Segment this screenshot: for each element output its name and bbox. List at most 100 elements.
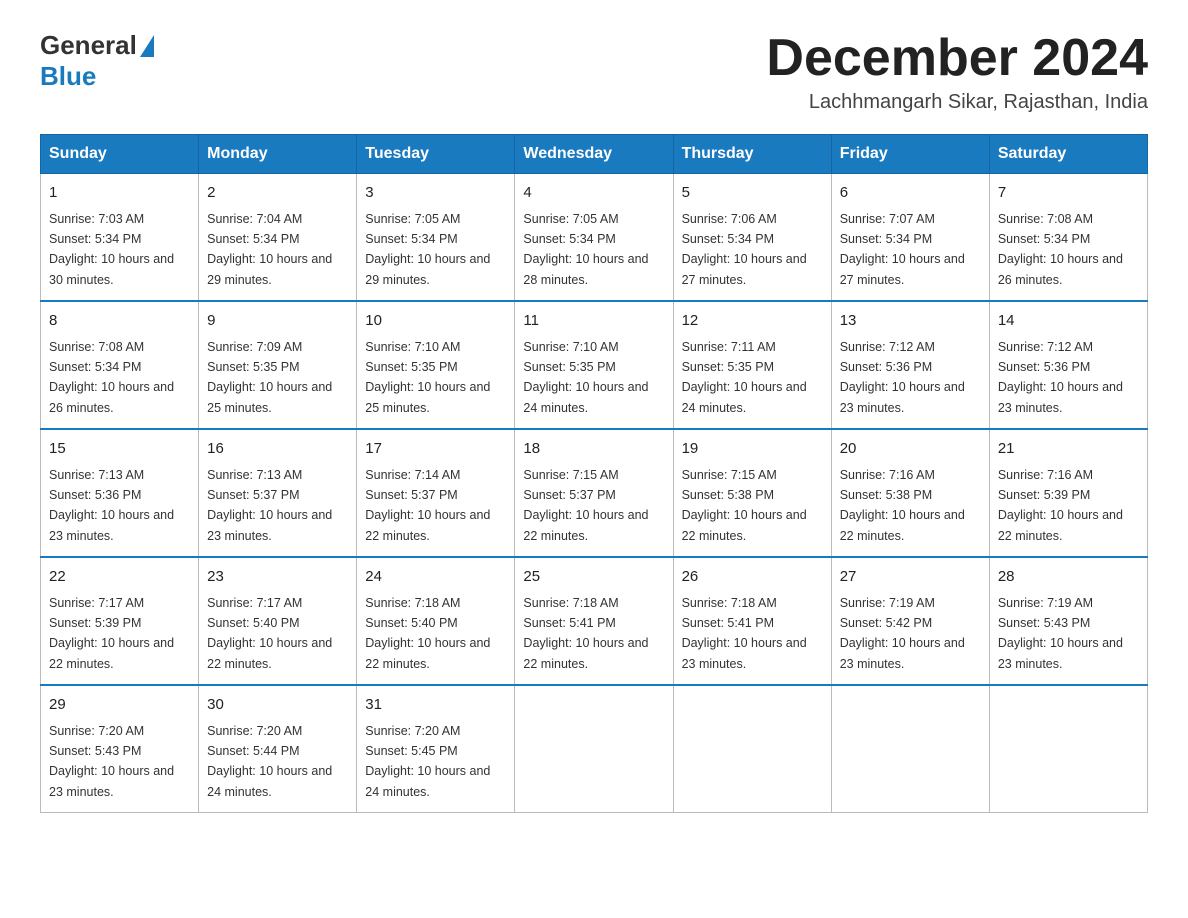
calendar-week-row: 1 Sunrise: 7:03 AMSunset: 5:34 PMDayligh… <box>41 174 1148 302</box>
calendar-cell: 18 Sunrise: 7:15 AMSunset: 5:37 PMDaylig… <box>515 429 673 557</box>
calendar-cell: 20 Sunrise: 7:16 AMSunset: 5:38 PMDaylig… <box>831 429 989 557</box>
calendar-cell: 21 Sunrise: 7:16 AMSunset: 5:39 PMDaylig… <box>989 429 1147 557</box>
month-title: December 2024 <box>766 30 1148 87</box>
day-info: Sunrise: 7:04 AMSunset: 5:34 PMDaylight:… <box>207 212 332 287</box>
day-number: 5 <box>682 182 823 205</box>
weekday-header-tuesday: Tuesday <box>357 135 515 174</box>
day-number: 23 <box>207 566 348 589</box>
title-area: December 2024 Lachhmangarh Sikar, Rajast… <box>766 30 1148 114</box>
day-info: Sunrise: 7:03 AMSunset: 5:34 PMDaylight:… <box>49 212 174 287</box>
day-number: 4 <box>523 182 664 205</box>
day-info: Sunrise: 7:17 AMSunset: 5:40 PMDaylight:… <box>207 596 332 671</box>
calendar-cell: 3 Sunrise: 7:05 AMSunset: 5:34 PMDayligh… <box>357 174 515 302</box>
day-info: Sunrise: 7:12 AMSunset: 5:36 PMDaylight:… <box>998 340 1123 415</box>
logo-blue-text: Blue <box>40 61 96 92</box>
day-number: 18 <box>523 438 664 461</box>
day-number: 7 <box>998 182 1139 205</box>
day-info: Sunrise: 7:06 AMSunset: 5:34 PMDaylight:… <box>682 212 807 287</box>
day-info: Sunrise: 7:10 AMSunset: 5:35 PMDaylight:… <box>523 340 648 415</box>
day-number: 26 <box>682 566 823 589</box>
calendar-cell: 14 Sunrise: 7:12 AMSunset: 5:36 PMDaylig… <box>989 301 1147 429</box>
logo: General Blue <box>40 30 157 92</box>
calendar-cell: 4 Sunrise: 7:05 AMSunset: 5:34 PMDayligh… <box>515 174 673 302</box>
day-info: Sunrise: 7:11 AMSunset: 5:35 PMDaylight:… <box>682 340 807 415</box>
logo-triangle-icon <box>140 35 154 57</box>
calendar-cell: 1 Sunrise: 7:03 AMSunset: 5:34 PMDayligh… <box>41 174 199 302</box>
calendar-cell: 30 Sunrise: 7:20 AMSunset: 5:44 PMDaylig… <box>199 685 357 813</box>
calendar-cell <box>831 685 989 813</box>
calendar-cell: 27 Sunrise: 7:19 AMSunset: 5:42 PMDaylig… <box>831 557 989 685</box>
calendar-week-row: 29 Sunrise: 7:20 AMSunset: 5:43 PMDaylig… <box>41 685 1148 813</box>
day-info: Sunrise: 7:08 AMSunset: 5:34 PMDaylight:… <box>49 340 174 415</box>
calendar-cell: 10 Sunrise: 7:10 AMSunset: 5:35 PMDaylig… <box>357 301 515 429</box>
day-number: 3 <box>365 182 506 205</box>
calendar-cell: 25 Sunrise: 7:18 AMSunset: 5:41 PMDaylig… <box>515 557 673 685</box>
day-number: 25 <box>523 566 664 589</box>
day-info: Sunrise: 7:15 AMSunset: 5:38 PMDaylight:… <box>682 468 807 543</box>
day-info: Sunrise: 7:19 AMSunset: 5:42 PMDaylight:… <box>840 596 965 671</box>
day-info: Sunrise: 7:05 AMSunset: 5:34 PMDaylight:… <box>365 212 490 287</box>
calendar-week-row: 15 Sunrise: 7:13 AMSunset: 5:36 PMDaylig… <box>41 429 1148 557</box>
day-number: 14 <box>998 310 1139 333</box>
day-number: 30 <box>207 694 348 717</box>
day-info: Sunrise: 7:16 AMSunset: 5:38 PMDaylight:… <box>840 468 965 543</box>
weekday-header-sunday: Sunday <box>41 135 199 174</box>
calendar-cell: 23 Sunrise: 7:17 AMSunset: 5:40 PMDaylig… <box>199 557 357 685</box>
logo-general-text: General <box>40 30 137 61</box>
day-number: 17 <box>365 438 506 461</box>
calendar-cell: 29 Sunrise: 7:20 AMSunset: 5:43 PMDaylig… <box>41 685 199 813</box>
calendar-week-row: 22 Sunrise: 7:17 AMSunset: 5:39 PMDaylig… <box>41 557 1148 685</box>
day-number: 29 <box>49 694 190 717</box>
calendar-cell: 22 Sunrise: 7:17 AMSunset: 5:39 PMDaylig… <box>41 557 199 685</box>
day-info: Sunrise: 7:14 AMSunset: 5:37 PMDaylight:… <box>365 468 490 543</box>
day-info: Sunrise: 7:09 AMSunset: 5:35 PMDaylight:… <box>207 340 332 415</box>
calendar-cell: 31 Sunrise: 7:20 AMSunset: 5:45 PMDaylig… <box>357 685 515 813</box>
day-info: Sunrise: 7:13 AMSunset: 5:37 PMDaylight:… <box>207 468 332 543</box>
day-info: Sunrise: 7:18 AMSunset: 5:41 PMDaylight:… <box>523 596 648 671</box>
day-number: 8 <box>49 310 190 333</box>
calendar-cell: 15 Sunrise: 7:13 AMSunset: 5:36 PMDaylig… <box>41 429 199 557</box>
weekday-header-row: SundayMondayTuesdayWednesdayThursdayFrid… <box>41 135 1148 174</box>
weekday-header-friday: Friday <box>831 135 989 174</box>
day-number: 22 <box>49 566 190 589</box>
day-number: 9 <box>207 310 348 333</box>
calendar-week-row: 8 Sunrise: 7:08 AMSunset: 5:34 PMDayligh… <box>41 301 1148 429</box>
day-info: Sunrise: 7:17 AMSunset: 5:39 PMDaylight:… <box>49 596 174 671</box>
day-number: 24 <box>365 566 506 589</box>
day-number: 1 <box>49 182 190 205</box>
day-info: Sunrise: 7:15 AMSunset: 5:37 PMDaylight:… <box>523 468 648 543</box>
calendar-cell: 9 Sunrise: 7:09 AMSunset: 5:35 PMDayligh… <box>199 301 357 429</box>
day-info: Sunrise: 7:10 AMSunset: 5:35 PMDaylight:… <box>365 340 490 415</box>
day-info: Sunrise: 7:05 AMSunset: 5:34 PMDaylight:… <box>523 212 648 287</box>
weekday-header-thursday: Thursday <box>673 135 831 174</box>
day-info: Sunrise: 7:20 AMSunset: 5:43 PMDaylight:… <box>49 724 174 799</box>
day-number: 2 <box>207 182 348 205</box>
calendar-cell: 11 Sunrise: 7:10 AMSunset: 5:35 PMDaylig… <box>515 301 673 429</box>
calendar-cell: 24 Sunrise: 7:18 AMSunset: 5:40 PMDaylig… <box>357 557 515 685</box>
calendar-cell: 28 Sunrise: 7:19 AMSunset: 5:43 PMDaylig… <box>989 557 1147 685</box>
day-info: Sunrise: 7:19 AMSunset: 5:43 PMDaylight:… <box>998 596 1123 671</box>
day-number: 19 <box>682 438 823 461</box>
calendar-cell: 6 Sunrise: 7:07 AMSunset: 5:34 PMDayligh… <box>831 174 989 302</box>
page-header: General Blue December 2024 Lachhmangarh … <box>40 30 1148 114</box>
weekday-header-wednesday: Wednesday <box>515 135 673 174</box>
day-number: 12 <box>682 310 823 333</box>
day-info: Sunrise: 7:08 AMSunset: 5:34 PMDaylight:… <box>998 212 1123 287</box>
weekday-header-saturday: Saturday <box>989 135 1147 174</box>
day-info: Sunrise: 7:18 AMSunset: 5:41 PMDaylight:… <box>682 596 807 671</box>
day-number: 27 <box>840 566 981 589</box>
calendar-cell: 16 Sunrise: 7:13 AMSunset: 5:37 PMDaylig… <box>199 429 357 557</box>
day-info: Sunrise: 7:18 AMSunset: 5:40 PMDaylight:… <box>365 596 490 671</box>
calendar-cell: 19 Sunrise: 7:15 AMSunset: 5:38 PMDaylig… <box>673 429 831 557</box>
calendar-table: SundayMondayTuesdayWednesdayThursdayFrid… <box>40 134 1148 813</box>
day-number: 10 <box>365 310 506 333</box>
day-info: Sunrise: 7:12 AMSunset: 5:36 PMDaylight:… <box>840 340 965 415</box>
day-number: 15 <box>49 438 190 461</box>
calendar-cell: 13 Sunrise: 7:12 AMSunset: 5:36 PMDaylig… <box>831 301 989 429</box>
day-number: 20 <box>840 438 981 461</box>
day-number: 11 <box>523 310 664 333</box>
weekday-header-monday: Monday <box>199 135 357 174</box>
calendar-cell <box>989 685 1147 813</box>
day-number: 21 <box>998 438 1139 461</box>
day-info: Sunrise: 7:20 AMSunset: 5:45 PMDaylight:… <box>365 724 490 799</box>
